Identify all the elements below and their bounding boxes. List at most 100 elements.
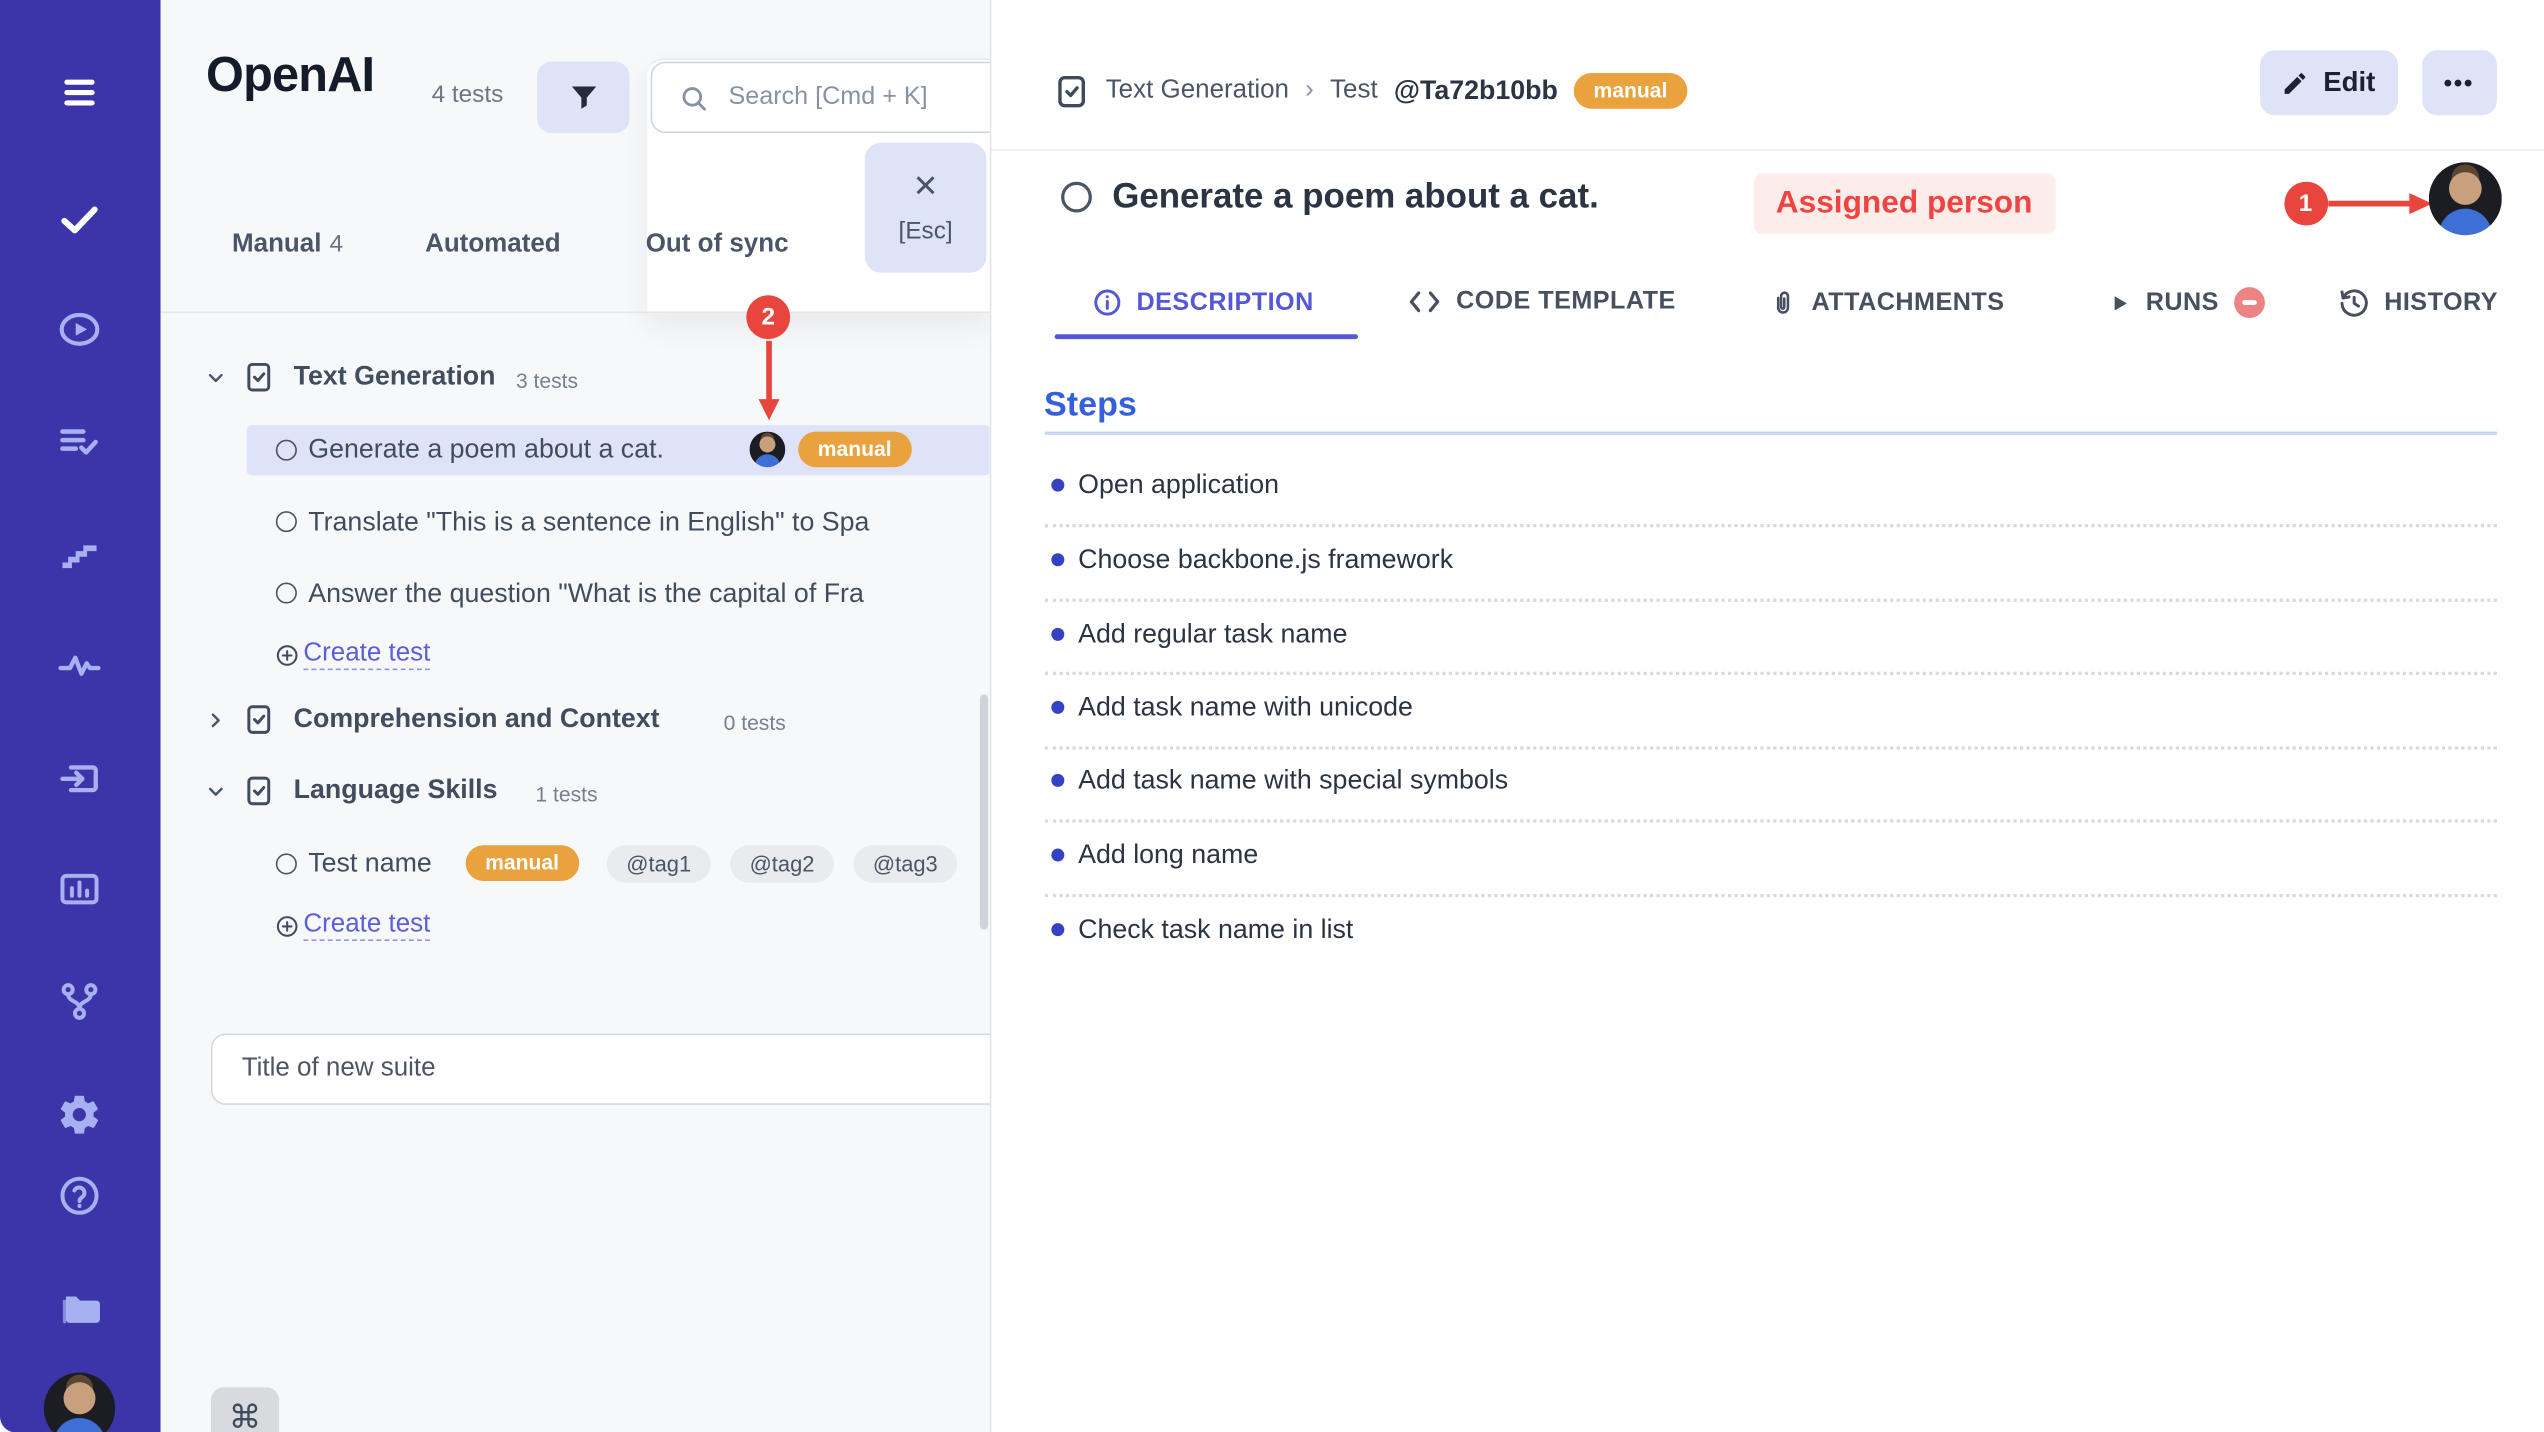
- test-status-icon: [276, 511, 297, 532]
- close-search-button[interactable]: ✕ [Esc]: [865, 143, 987, 273]
- filter-button[interactable]: [537, 62, 629, 133]
- step-bullet: [1051, 923, 1064, 936]
- scrollbar-thumb[interactable]: [980, 694, 988, 929]
- cmd-key-chip[interactable]: ⌘: [211, 1387, 279, 1432]
- suite-doc-icon: [242, 360, 276, 394]
- tab-out-of-sync[interactable]: Out of sync: [646, 230, 789, 259]
- breadcrumb-separator: ›: [1305, 76, 1314, 105]
- test-name[interactable]: Test name: [308, 849, 432, 880]
- menu-icon[interactable]: [57, 70, 102, 115]
- folder-icon[interactable]: [57, 1283, 102, 1328]
- breadcrumb-section[interactable]: Text Generation: [1106, 76, 1289, 105]
- sidebar: [0, 0, 161, 1432]
- new-suite-input[interactable]: [211, 1034, 989, 1105]
- tab-manual[interactable]: Manual4: [232, 230, 343, 259]
- tab-history[interactable]: HISTORY: [2337, 287, 2498, 319]
- edit-button[interactable]: Edit: [2259, 50, 2397, 115]
- active-tab-indicator: [1054, 334, 1357, 339]
- suite-doc-icon: [1052, 72, 1089, 109]
- chevron-down-icon[interactable]: [204, 367, 227, 390]
- tab-automated[interactable]: Automated: [425, 230, 561, 259]
- chevron-down-icon[interactable]: [204, 780, 227, 803]
- play-circle-icon[interactable]: [57, 307, 102, 352]
- more-options-button[interactable]: •••: [2422, 50, 2497, 115]
- test-status-icon: [276, 440, 297, 461]
- annotation-arrow-right-icon: [2327, 187, 2434, 221]
- sidebar-user-avatar[interactable]: [44, 1373, 115, 1432]
- step-separator: [1044, 599, 2496, 602]
- step-bullet: [1051, 774, 1064, 787]
- ellipsis-icon: •••: [2444, 69, 2474, 97]
- manual-badge: manual: [1574, 73, 1687, 109]
- step-separator: [1044, 672, 2496, 675]
- chevron-right-icon[interactable]: [204, 709, 227, 732]
- assignee-avatar[interactable]: [2428, 162, 2501, 235]
- suite-title[interactable]: Comprehension and Context: [294, 704, 660, 735]
- steps-heading: Steps: [1044, 386, 1137, 425]
- annotation-marker-2: 2: [746, 295, 790, 339]
- step-separator: [1044, 819, 2496, 822]
- project-tests-count: 4 tests: [432, 81, 504, 109]
- tab-description[interactable]: DESCRIPTION: [1091, 287, 1314, 318]
- test-status-icon: [1060, 181, 1091, 212]
- tab-manual-count: 4: [330, 230, 344, 258]
- stairs-icon[interactable]: [57, 532, 102, 577]
- step-item[interactable]: Add task name with unicode: [1078, 693, 1413, 724]
- tab-runs[interactable]: RUNS: [2107, 287, 2265, 318]
- breadcrumb: Text Generation › Test @Ta72b10bb manual: [1052, 68, 1687, 113]
- tab-code-template[interactable]: CODE TEMPLATE: [1406, 287, 1676, 316]
- plus-circle-icon: [274, 642, 300, 668]
- header-divider: [991, 149, 2544, 151]
- annotation-assigned-person: Assigned person: [1753, 174, 2055, 234]
- create-test-link[interactable]: Create test: [303, 639, 430, 670]
- breadcrumb-test-id: @Ta72b10bb: [1394, 75, 1558, 106]
- suite-title[interactable]: Text Generation: [294, 362, 496, 393]
- step-bullet: [1051, 628, 1064, 641]
- step-item[interactable]: Add regular task name: [1078, 620, 1347, 651]
- assignee-avatar-small[interactable]: [750, 432, 786, 468]
- search-input[interactable]: [725, 81, 989, 113]
- history-icon: [2337, 287, 2369, 319]
- step-bullet: [1051, 553, 1064, 566]
- app-root: OpenAI 4 tests ✕ [Esc] Manual4 Automated…: [0, 0, 2544, 1432]
- annotation-marker-1: 1: [2284, 182, 2328, 226]
- step-bullet: [1051, 701, 1064, 714]
- steps-heading-underline: [1044, 432, 2496, 435]
- test-name[interactable]: Answer the question "What is the capital…: [308, 579, 989, 610]
- test-title: Generate a poem about a cat.: [1112, 176, 1599, 217]
- list-check-icon[interactable]: [57, 420, 102, 465]
- annotation-arrow-down-icon: [753, 341, 785, 422]
- tag-pill[interactable]: @tag2: [730, 845, 834, 882]
- info-icon: [1091, 287, 1122, 318]
- plus-circle-icon: [274, 913, 300, 939]
- tag-pill[interactable]: @tag1: [607, 845, 711, 882]
- suite-doc-icon: [242, 774, 276, 808]
- step-bullet: [1051, 479, 1064, 492]
- test-name[interactable]: Generate a poem about a cat.: [308, 435, 664, 466]
- step-separator: [1044, 746, 2496, 749]
- pulse-icon[interactable]: [57, 642, 102, 687]
- tests-panel: OpenAI 4 tests ✕ [Esc] Manual4 Automated…: [161, 0, 989, 1432]
- tests-check-icon[interactable]: [57, 196, 102, 241]
- step-item[interactable]: Open application: [1078, 471, 1279, 502]
- code-icon: [1406, 287, 1442, 316]
- step-item[interactable]: Check task name in list: [1078, 915, 1353, 946]
- suite-title[interactable]: Language Skills: [294, 776, 498, 807]
- search-icon: [678, 82, 709, 113]
- tag-pill[interactable]: @tag3: [853, 845, 957, 882]
- step-item[interactable]: Add long name: [1078, 840, 1258, 871]
- search-input-wrap[interactable]: [651, 62, 989, 133]
- branch-icon[interactable]: [57, 978, 102, 1023]
- tab-attachments[interactable]: ATTACHMENTS: [1768, 287, 2005, 319]
- sign-in-icon[interactable]: [57, 756, 102, 801]
- play-icon: [2107, 290, 2131, 316]
- help-icon[interactable]: [57, 1173, 102, 1218]
- create-test-link[interactable]: Create test: [303, 910, 430, 941]
- gear-icon[interactable]: [57, 1092, 102, 1137]
- step-item[interactable]: Choose backbone.js framework: [1078, 545, 1453, 576]
- project-title: OpenAI: [206, 49, 374, 104]
- bar-chart-icon[interactable]: [57, 866, 102, 911]
- step-item[interactable]: Add task name with special symbols: [1078, 766, 1508, 797]
- step-separator: [1044, 894, 2496, 897]
- test-name[interactable]: Translate "This is a sentence in English…: [308, 508, 989, 539]
